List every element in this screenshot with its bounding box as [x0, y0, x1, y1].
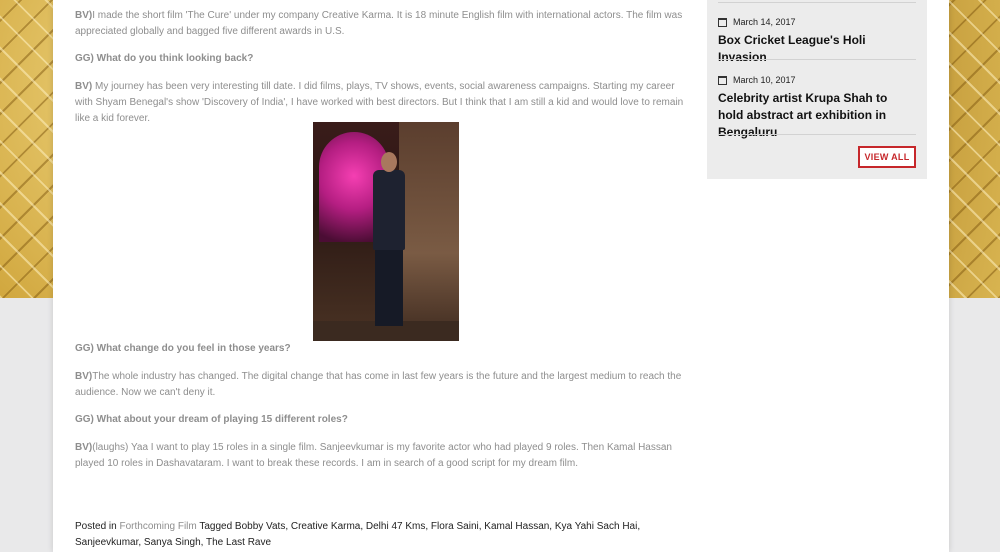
- answer-paragraph: BV)(laughs) Yaa I want to play 15 roles …: [75, 440, 695, 472]
- divider: [718, 59, 916, 60]
- post-meta: Posted in Forthcoming Film Tagged Bobby …: [75, 519, 695, 551]
- speaker-label: BV): [75, 10, 93, 21]
- answer-paragraph: BV)I made the short film 'The Cure' unde…: [75, 8, 695, 40]
- post-title-link[interactable]: Box Cricket League's Holi Invasion: [718, 32, 916, 66]
- tagged-label: Tagged: [196, 521, 235, 532]
- view-all-button[interactable]: VIEW ALL: [858, 146, 916, 168]
- question-heading: GG) What about your dream of playing 15 …: [75, 414, 348, 425]
- recent-post-item[interactable]: March 10, 2017 Celebrity artist Krupa Sh…: [718, 74, 916, 141]
- speaker-label: BV): [75, 81, 93, 92]
- question-heading: GG) What do you think looking back?: [75, 53, 254, 64]
- answer-paragraph: BV) My journey has been very interesting…: [75, 79, 695, 127]
- answer-text: I made the short film 'The Cure' under m…: [75, 10, 683, 37]
- answer-text: The whole industry has changed. The digi…: [75, 371, 682, 398]
- posted-in-label: Posted in: [75, 521, 120, 532]
- article-photo: [313, 122, 459, 341]
- category-link[interactable]: Forthcoming Film: [119, 521, 196, 532]
- calendar-icon: [718, 75, 727, 85]
- post-date: March 10, 2017: [718, 74, 916, 86]
- answer-text: My journey has been very interesting til…: [75, 81, 684, 124]
- content-card: BV)I made the short film 'The Cure' unde…: [53, 0, 949, 552]
- answer-text: (laughs) Yaa I want to play 15 roles in …: [75, 442, 672, 469]
- speaker-label: BV): [75, 442, 93, 453]
- calendar-icon: [718, 17, 727, 27]
- post-date: March 14, 2017: [718, 16, 916, 28]
- divider: [718, 134, 916, 135]
- post-date-text: March 14, 2017: [733, 17, 796, 27]
- answer-paragraph: BV)The whole industry has changed. The d…: [75, 369, 695, 401]
- post-date-text: March 10, 2017: [733, 75, 796, 85]
- speaker-label: BV): [75, 371, 93, 382]
- question-heading: GG) What change do you feel in those yea…: [75, 343, 291, 354]
- divider: [718, 2, 916, 3]
